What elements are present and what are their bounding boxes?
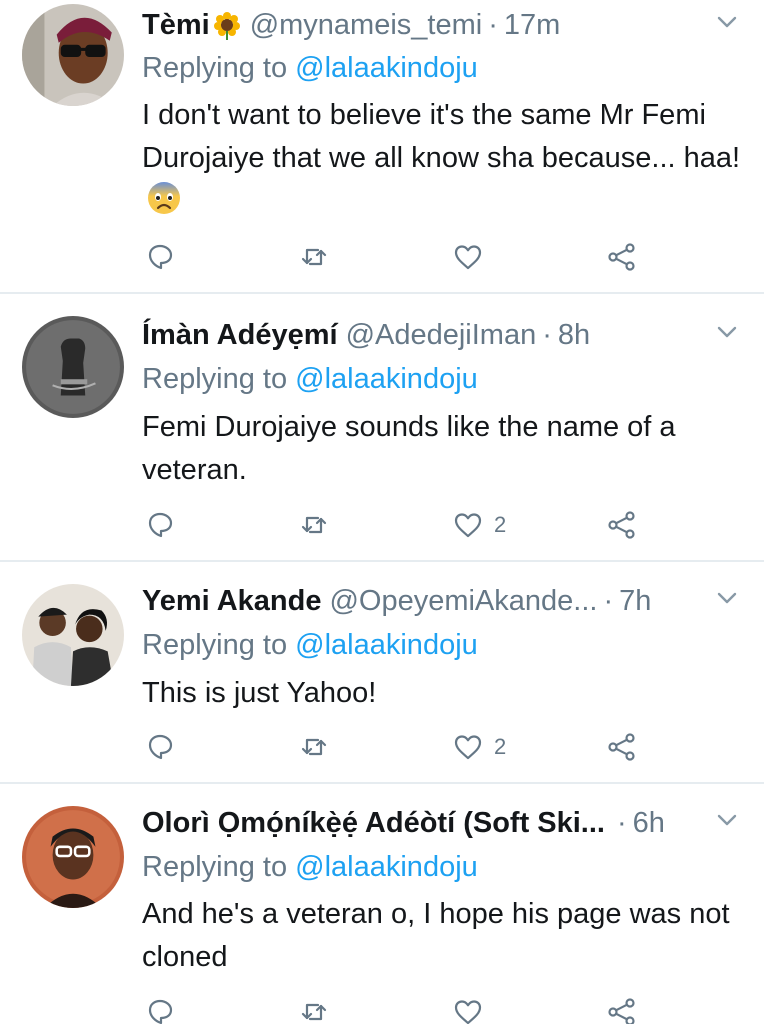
timestamp[interactable]: 8h (558, 315, 590, 355)
tweet-header: Yemi Akande @OpeyemiAkande... · 7h (142, 581, 744, 621)
reply-icon (148, 734, 173, 760)
reply-mention-link[interactable]: @lalaakindoju (295, 52, 478, 84)
user-handle[interactable]: @mynameis_temi (250, 5, 483, 45)
reply-button[interactable] (144, 505, 176, 545)
replying-prefix: Replying to (142, 851, 288, 883)
share-button[interactable] (606, 992, 638, 1024)
chevron-down-icon[interactable] (712, 317, 742, 347)
reply-icon (148, 999, 173, 1024)
replying-to: Replying to @lalaakindoju (142, 847, 478, 887)
share-icon (608, 243, 635, 271)
separator: · (616, 807, 627, 839)
like-button[interactable] (452, 237, 494, 277)
sunflower-emoji-icon (213, 12, 240, 40)
like-count: 2 (494, 734, 507, 759)
tweet-text-block: I don't want to believe it's the same Mr… (142, 94, 742, 223)
retweet-icon (301, 516, 327, 534)
tweet-text-block: This is just Yahoo! (142, 672, 742, 715)
chevron-down-icon[interactable] (712, 7, 742, 37)
reply-button[interactable] (144, 992, 176, 1024)
separator: · (488, 9, 498, 41)
avatar[interactable] (22, 316, 124, 418)
display-name[interactable]: Olorì Ọmọ́níkẹ̀ẹ́ Adéòtí (Soft Ski... (142, 803, 605, 843)
reply-icon (148, 512, 173, 538)
replying-prefix: Replying to (142, 363, 288, 395)
share-button[interactable] (606, 727, 638, 767)
tweet-text: I don't want to believe it's the same Mr… (142, 99, 741, 174)
timestamp[interactable]: 6h (633, 803, 665, 843)
retweet-button[interactable] (298, 992, 330, 1024)
tweet-text-block: Femi Durojaiye sounds like the name of a… (142, 406, 742, 492)
replying-prefix: Replying to (142, 629, 288, 661)
user-handle[interactable]: @OpeyemiAkande... (329, 581, 597, 621)
tweet-actions: 2 (142, 505, 652, 545)
tweet-text: And he's a veteran o, I hope his page wa… (142, 898, 730, 973)
separator: · (542, 319, 552, 351)
heart-icon (454, 245, 482, 270)
like-count: 2 (494, 512, 507, 537)
replying-prefix: Replying to (142, 52, 288, 84)
tweet-header: Olorì Ọmọ́níkẹ̀ẹ́ Adéòtí (Soft Ski... · … (142, 803, 744, 843)
like-button[interactable]: 2 (452, 505, 506, 545)
retweet-button[interactable] (298, 237, 330, 277)
share-icon (608, 733, 635, 761)
replying-to: Replying to @lalaakindoju (142, 625, 478, 665)
timestamp[interactable]: 7h (619, 581, 651, 621)
timestamp[interactable]: 17m (504, 5, 560, 45)
tweet-text-block: And he's a veteran o, I hope his page wa… (142, 893, 742, 979)
display-name[interactable]: Ímàn Adéyẹmí (142, 315, 338, 355)
heart-icon (454, 735, 482, 760)
share-icon (608, 998, 635, 1024)
reply-button[interactable] (144, 237, 176, 277)
avatar[interactable] (22, 4, 124, 106)
tweet-header: Tèmi @mynameis_temi · 17m (142, 5, 744, 45)
replying-to: Replying to @lalaakindoju (142, 48, 478, 88)
replying-to: Replying to @lalaakindoju (142, 359, 478, 399)
display-name[interactable]: Yemi Akande (142, 581, 321, 621)
tweet-text: This is just Yahoo! (142, 677, 377, 709)
fearful-face-emoji-icon (148, 182, 180, 214)
reply-mention-link[interactable]: @lalaakindoju (295, 851, 478, 883)
reply-mention-link[interactable]: @lalaakindoju (295, 629, 478, 661)
reply-button[interactable] (144, 727, 176, 767)
share-icon (608, 511, 635, 539)
avatar[interactable] (22, 584, 124, 686)
reply-icon (148, 244, 173, 270)
like-button[interactable]: 2 (452, 727, 506, 767)
tweet-header: Ímàn Adéyẹmí @AdedejiIman · 8h (142, 315, 744, 355)
tweet-actions (142, 237, 652, 277)
retweet-button[interactable] (298, 727, 330, 767)
avatar[interactable] (22, 806, 124, 908)
chevron-down-icon[interactable] (712, 805, 742, 835)
chevron-down-icon[interactable] (712, 583, 742, 613)
retweet-button[interactable] (298, 505, 330, 545)
tweet[interactable]: Olorì Ọmọ́níkẹ̀ẹ́ Adéòtí (Soft Ski... · … (0, 784, 764, 1024)
tweet-actions: 2 (142, 727, 652, 767)
reply-mention-link[interactable]: @lalaakindoju (295, 363, 478, 395)
tweet[interactable]: Yemi Akande @OpeyemiAkande... · 7h Reply… (0, 562, 764, 784)
share-button[interactable] (606, 237, 638, 277)
separator: · (603, 585, 614, 617)
retweet-icon (301, 248, 327, 266)
heart-icon (454, 1000, 482, 1024)
retweet-icon (301, 738, 327, 756)
like-button[interactable] (452, 992, 494, 1024)
display-name[interactable]: Tèmi (142, 5, 210, 45)
heart-icon (454, 513, 482, 538)
tweet-actions (142, 992, 652, 1024)
share-button[interactable] (606, 505, 638, 545)
tweet[interactable]: Ímàn Adéyẹmí @AdedejiIman · 8h Replying … (0, 294, 764, 562)
tweet[interactable]: Tèmi @mynameis_temi · 17m Replying to @l… (0, 0, 764, 294)
tweet-text: Femi Durojaiye sounds like the name of a… (142, 411, 676, 486)
retweet-icon (301, 1003, 327, 1021)
user-handle[interactable]: @AdedejiIman (346, 315, 537, 355)
